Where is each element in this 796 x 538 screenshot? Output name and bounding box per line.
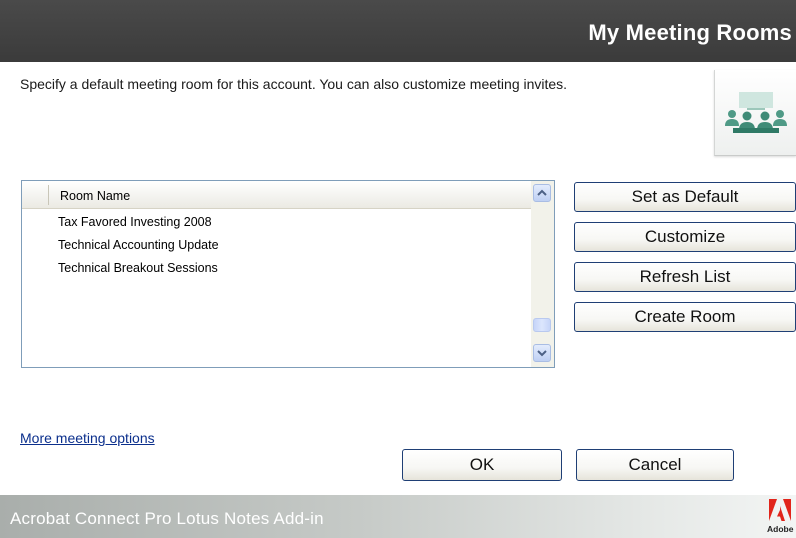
adobe-logo-icon xyxy=(769,499,791,521)
title-bar: My Meeting Rooms xyxy=(0,0,796,62)
adobe-wordmark: Adobe xyxy=(767,524,794,534)
customize-button[interactable]: Customize xyxy=(574,222,796,252)
column-header-room-name[interactable]: Room Name xyxy=(60,189,130,203)
meeting-room-icon-box xyxy=(714,70,796,156)
footer-bar: Acrobat Connect Pro Lotus Notes Add-in A… xyxy=(0,495,796,538)
list-item[interactable]: Technical Accounting Update xyxy=(22,234,531,257)
list-item[interactable]: Technical Breakout Sessions xyxy=(22,257,531,280)
room-list-header: Room Name xyxy=(22,181,531,209)
cancel-button[interactable]: Cancel xyxy=(576,449,734,481)
chevron-up-icon xyxy=(537,189,547,196)
page-title: My Meeting Rooms xyxy=(588,20,792,45)
product-name: Acrobat Connect Pro Lotus Notes Add-in xyxy=(10,509,324,528)
meeting-room-icon xyxy=(725,92,787,133)
description-text: Specify a default meeting room for this … xyxy=(20,76,568,92)
create-room-button[interactable]: Create Room xyxy=(574,302,796,332)
list-item[interactable]: Tax Favored Investing 2008 xyxy=(22,211,531,234)
adobe-logo: Adobe xyxy=(765,499,795,535)
ok-button[interactable]: OK xyxy=(402,449,562,481)
room-list[interactable]: Room Name Tax Favored Investing 2008 Tec… xyxy=(21,180,555,368)
vertical-scrollbar[interactable] xyxy=(531,181,554,367)
more-meeting-options-link[interactable]: More meeting options xyxy=(20,430,155,446)
chevron-down-icon xyxy=(537,350,547,357)
column-separator xyxy=(48,185,49,205)
room-list-rows: Tax Favored Investing 2008 Technical Acc… xyxy=(22,211,531,280)
refresh-list-button[interactable]: Refresh List xyxy=(574,262,796,292)
scroll-down-button[interactable] xyxy=(533,344,551,362)
set-as-default-button[interactable]: Set as Default xyxy=(574,182,796,212)
scroll-thumb[interactable] xyxy=(533,318,551,332)
scroll-up-button[interactable] xyxy=(533,184,551,202)
